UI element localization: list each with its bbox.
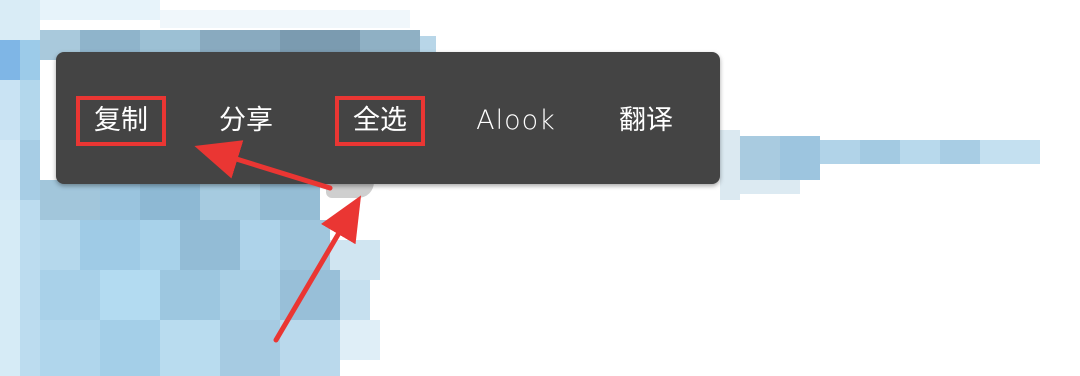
menu-item-copy[interactable]: 复制 [76,96,166,146]
menu-item-select-all[interactable]: 全选 [335,96,425,146]
menu-item-translate[interactable]: 翻译 [604,98,688,144]
menu-item-share[interactable]: 分享 [204,98,288,144]
menu-item-alook[interactable]: Alook [466,98,566,144]
text-selection-context-menu: 复制 分享 全选 Alook 翻译 [56,52,720,184]
